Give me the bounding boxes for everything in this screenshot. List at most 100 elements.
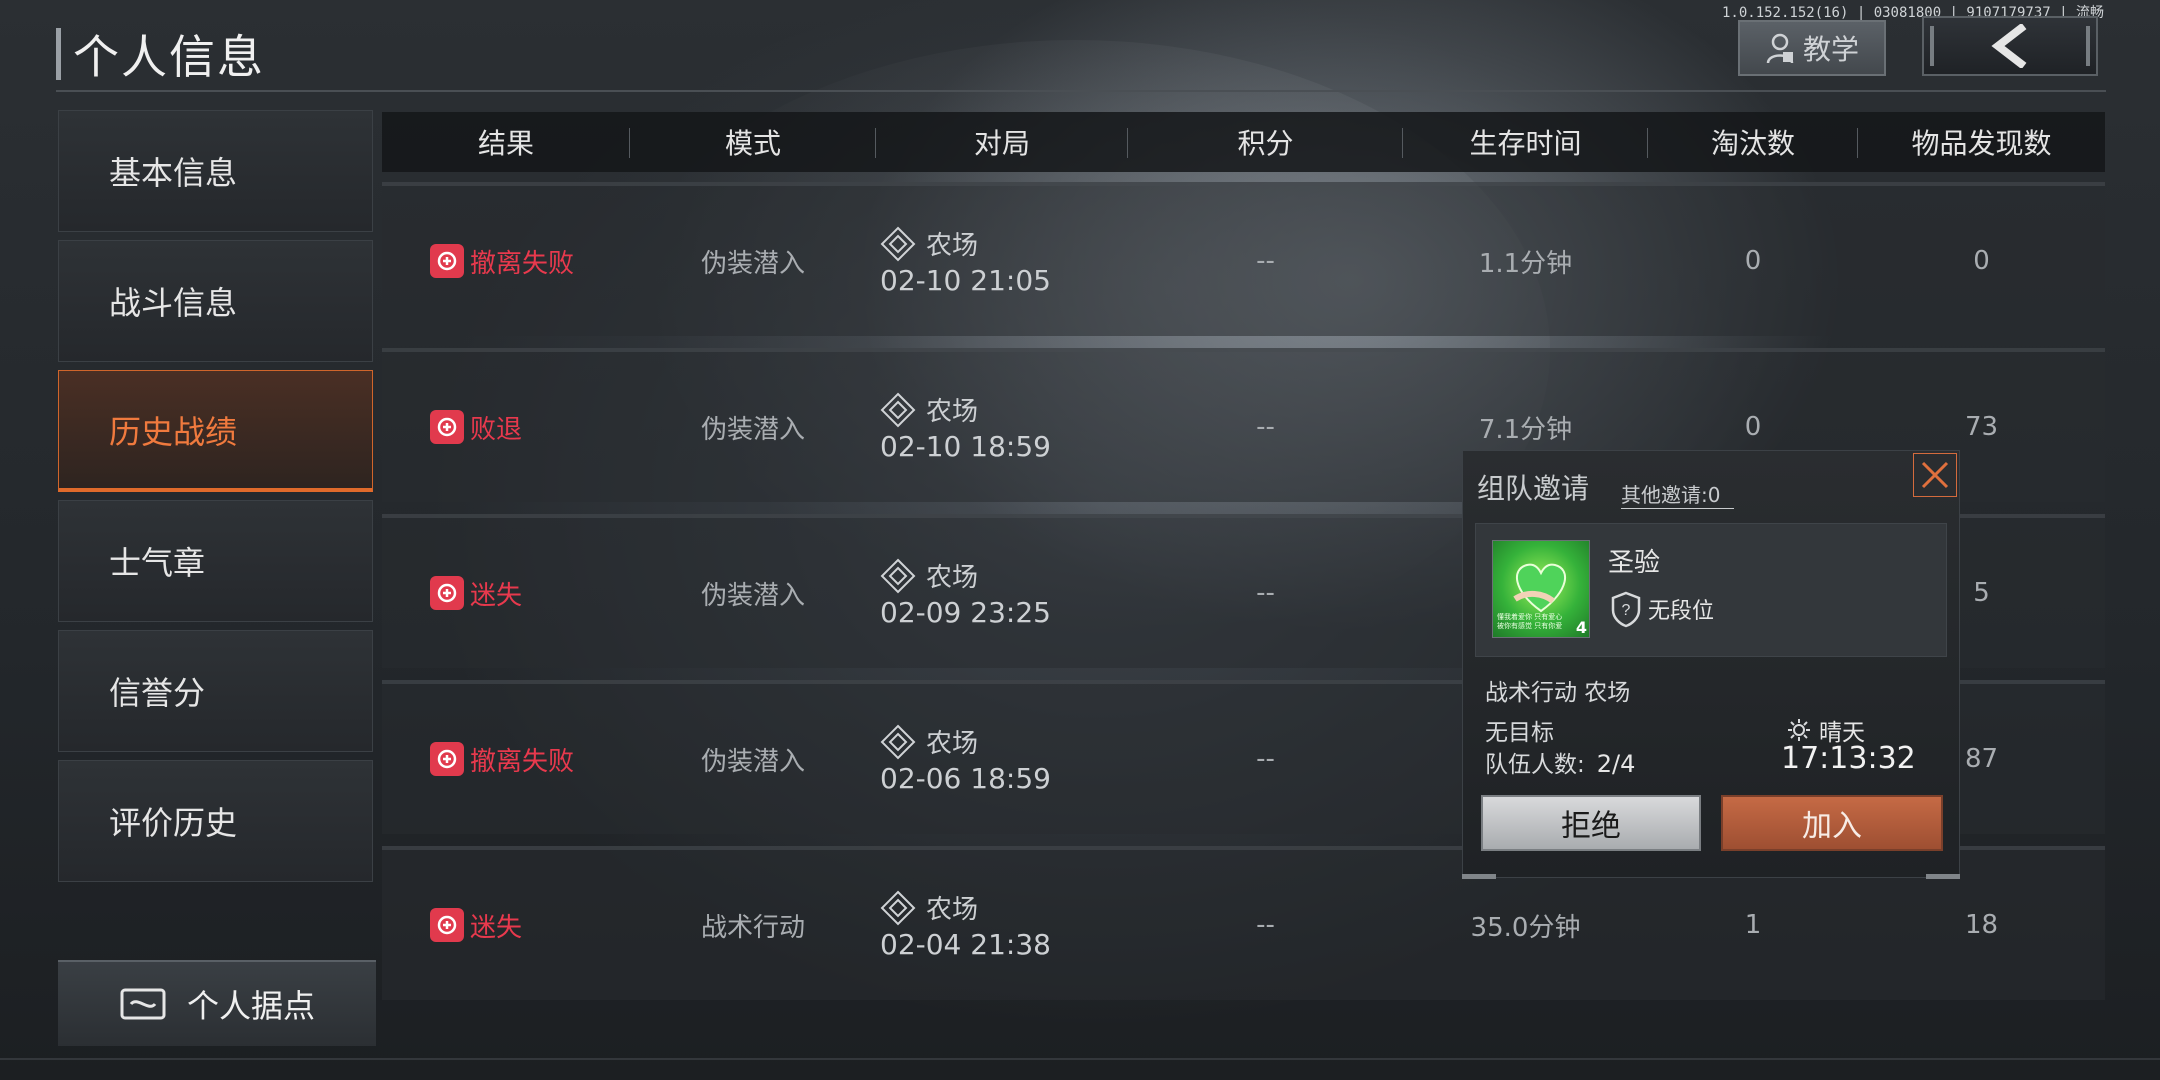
join-button[interactable]: 加入 (1721, 795, 1943, 851)
sidebar-item-combat-info[interactable]: 战斗信息 (58, 240, 373, 362)
sidebar-item-label: 历史战绩 (109, 412, 238, 451)
mode-cell: 伪装潜入 (700, 746, 805, 777)
rank-badge: ? 无段位 (1608, 590, 1714, 628)
sidebar-item-label: 信誉分 (109, 674, 206, 712)
inviter-card: 懂我着爱你 只有爱心 被你有感觉 只有你爱 4 圣验 ? 无段位 (1475, 523, 1947, 657)
back-chevron-icon (1991, 24, 2027, 68)
score-cell: -- (1256, 412, 1275, 442)
map-diamond-icon (880, 226, 916, 261)
match-date: 02-10 18:59 (880, 430, 1051, 463)
bottom-divider (0, 1058, 2160, 1060)
close-button[interactable] (1913, 453, 1957, 497)
match-map-name: 农场 (926, 563, 979, 593)
base-icon (120, 988, 166, 1020)
result-cell: 迷失 (382, 907, 630, 944)
result-badge-icon (430, 410, 464, 444)
popup-edge-left (1462, 874, 1496, 879)
tutorial-person-icon (1766, 33, 1794, 64)
mode-cell: 伪装潜入 (700, 248, 805, 279)
mode-cell: 战术行动 (700, 912, 805, 943)
match-map-name: 农场 (926, 729, 979, 759)
match-cell: 农场 02-04 21:38 (876, 889, 1128, 961)
map-diamond-icon (880, 724, 916, 759)
svg-text:?: ? (1622, 602, 1631, 619)
sun-icon (1788, 719, 1810, 741)
refuse-button[interactable]: 拒绝 (1481, 795, 1701, 851)
survival-time-cell: 35.0分钟 (1470, 912, 1581, 943)
column-header-result: 结果 (382, 122, 630, 162)
column-header-survival-time: 生存时间 (1403, 122, 1648, 162)
match-date: 02-04 21:38 (880, 928, 1051, 961)
other-invites-link[interactable]: 其他邀请:0 (1621, 479, 1735, 509)
items-found-cell: 18 (1964, 910, 1999, 940)
score-cell: -- (1256, 246, 1275, 276)
score-cell: -- (1256, 910, 1275, 940)
sidebar-item-basic-info[interactable]: 基本信息 (58, 110, 373, 232)
result-badge-icon (430, 742, 464, 776)
match-date: 02-09 23:25 (880, 596, 1051, 629)
mode-cell: 伪装潜入 (700, 580, 805, 611)
close-icon (1921, 461, 1949, 489)
match-date: 02-06 18:59 (880, 762, 1051, 795)
sidebar-item-match-history[interactable]: 历史战绩 (58, 370, 373, 492)
sidebar: 基本信息 战斗信息 历史战绩 士气章 信誉分 评价历史 (58, 110, 373, 890)
sidebar-item-label: 评价历史 (109, 804, 238, 842)
result-badge-icon (430, 244, 464, 278)
match-map-name: 农场 (926, 231, 979, 261)
map-diamond-icon (880, 890, 916, 925)
result-cell: 撤离失败 (382, 243, 630, 280)
sidebar-item-morale-badge[interactable]: 士气章 (58, 500, 373, 622)
items-found-cell: 0 (1973, 246, 1990, 276)
match-cell: 农场 02-10 21:05 (876, 225, 1128, 297)
avatar-level: 4 (1575, 618, 1587, 637)
result-text: 撤离失败 (470, 746, 575, 777)
result-text: 迷失 (470, 580, 523, 611)
result-text: 迷失 (470, 912, 523, 943)
result-cell: 迷失 (382, 575, 630, 612)
teach-button[interactable]: 教学 (1738, 20, 1886, 76)
team-invite-popup: 组队邀请 其他邀请:0 懂我着爱你 只有爱心 被你有感觉 只有你爱 4 圣验 ?… (1462, 450, 1960, 879)
map-diamond-icon (880, 558, 916, 593)
back-button[interactable] (1922, 16, 2098, 76)
survival-time-cell: 1.1分钟 (1478, 248, 1573, 279)
popup-title: 组队邀请 (1477, 472, 1590, 505)
rank-shield-icon: ? (1611, 591, 1641, 628)
match-map-name: 农场 (926, 397, 979, 427)
personal-base-label: 个人据点 (186, 987, 315, 1025)
column-header-mode: 模式 (630, 122, 876, 162)
column-header-match: 对局 (876, 122, 1128, 162)
match-cell: 农场 02-09 23:25 (876, 557, 1128, 629)
map-diamond-icon (880, 392, 916, 427)
team-size-value: 2/4 (1596, 750, 1636, 778)
team-size-label: 队伍人数: (1485, 752, 1585, 778)
table-row[interactable]: 撤离失败 伪装潜入 农场 02-10 21:05 -- 1.1分钟 0 0 (382, 182, 2105, 336)
sidebar-item-credit-score[interactable]: 信誉分 (58, 630, 373, 752)
inviter-name: 圣验 (1608, 548, 1661, 578)
game-clock: 17:13:32 (1781, 741, 1916, 776)
page-title: 个人信息 (56, 26, 265, 84)
personal-base-button[interactable]: 个人据点 (58, 960, 376, 1046)
popup-edge-right (1926, 874, 1960, 879)
back-button-bar-right (2086, 26, 2090, 66)
back-button-bar-left (1930, 26, 1934, 66)
result-text: 败退 (470, 414, 523, 445)
team-size: 队伍人数: 2/4 (1485, 745, 1635, 779)
score-cell: -- (1256, 578, 1275, 608)
objective-text: 无目标 (1485, 720, 1554, 746)
score-cell: -- (1256, 744, 1275, 774)
sidebar-item-review-history[interactable]: 评价历史 (58, 760, 373, 882)
items-found-cell: 73 (1964, 412, 1999, 442)
result-cell: 撤离失败 (382, 741, 630, 778)
survival-time-cell: 7.1分钟 (1478, 414, 1573, 445)
operation-info: 战术行动 农场 (1485, 680, 1631, 706)
result-badge-icon (430, 576, 464, 610)
match-map-name: 农场 (926, 895, 979, 925)
column-header-items-found: 物品发现数 (1911, 127, 2052, 160)
avatar-caption: 懂我着爱你 只有爱心 被你有感觉 只有你爱 (1497, 613, 1563, 630)
match-cell: 农场 02-10 18:59 (876, 391, 1128, 463)
eliminations-cell: 1 (1744, 910, 1762, 940)
title-divider (56, 90, 2106, 92)
match-date: 02-10 21:05 (880, 264, 1051, 297)
column-header-score: 积分 (1128, 122, 1403, 162)
avatar[interactable]: 懂我着爱你 只有爱心 被你有感觉 只有你爱 4 (1492, 540, 1590, 638)
